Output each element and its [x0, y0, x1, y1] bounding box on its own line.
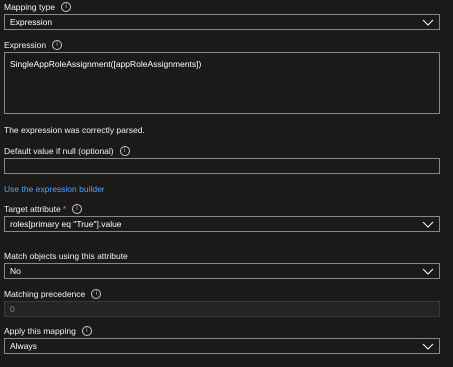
info-icon[interactable]: i — [61, 2, 72, 12]
info-icon[interactable]: i — [52, 40, 63, 50]
default-value-label-text: Default value if null (optional) — [4, 146, 114, 156]
info-icon[interactable]: i — [91, 289, 102, 299]
apply-mapping-label: Apply this mapping i — [4, 326, 92, 336]
match-objects-value: No — [10, 266, 21, 276]
expression-label-text: Expression — [4, 40, 47, 50]
target-attribute-dropdown[interactable]: roles[primary eq "True"].value — [4, 216, 440, 232]
target-attribute-value: roles[primary eq "True"].value — [10, 219, 122, 229]
matching-precedence-value: 0 — [10, 304, 15, 314]
target-attribute-label-text: Target attribute — [4, 204, 61, 214]
chevron-down-icon — [422, 19, 434, 26]
mapping-type-dropdown[interactable]: Expression — [4, 14, 440, 30]
matching-precedence-label: Matching precedence i — [4, 289, 102, 299]
info-icon[interactable]: i — [81, 326, 92, 336]
match-objects-label-text: Match objects using this attribute — [4, 251, 128, 261]
mapping-type-label: Mapping type i — [4, 2, 72, 12]
expression-textarea[interactable]: SingleAppRoleAssignment([appRoleAssignme… — [4, 52, 440, 114]
info-icon[interactable]: i — [119, 146, 130, 156]
parse-status-text: The expression was correctly parsed. — [4, 125, 145, 135]
info-icon[interactable]: i — [72, 204, 83, 214]
default-value-input[interactable] — [4, 158, 440, 174]
chevron-down-icon — [422, 221, 434, 228]
match-objects-label: Match objects using this attribute — [4, 251, 128, 261]
mapping-type-value: Expression — [10, 17, 53, 27]
required-mark: * — [62, 204, 67, 214]
expression-label: Expression i — [4, 40, 63, 50]
expression-builder-link[interactable]: Use the expression builder — [4, 184, 105, 194]
mapping-type-label-text: Mapping type — [4, 2, 56, 12]
expression-value: SingleAppRoleAssignment([appRoleAssignme… — [10, 59, 202, 69]
apply-mapping-dropdown[interactable]: Always — [4, 338, 440, 354]
default-value-label: Default value if null (optional) i — [4, 146, 130, 156]
apply-mapping-label-text: Apply this mapping — [4, 326, 76, 336]
match-objects-dropdown[interactable]: No — [4, 263, 440, 279]
chevron-down-icon — [422, 268, 434, 275]
target-attribute-label: Target attribute * i — [4, 204, 83, 214]
matching-precedence-label-text: Matching precedence — [4, 289, 86, 299]
apply-mapping-value: Always — [10, 341, 37, 351]
matching-precedence-input: 0 — [4, 301, 440, 317]
chevron-down-icon — [422, 343, 434, 350]
